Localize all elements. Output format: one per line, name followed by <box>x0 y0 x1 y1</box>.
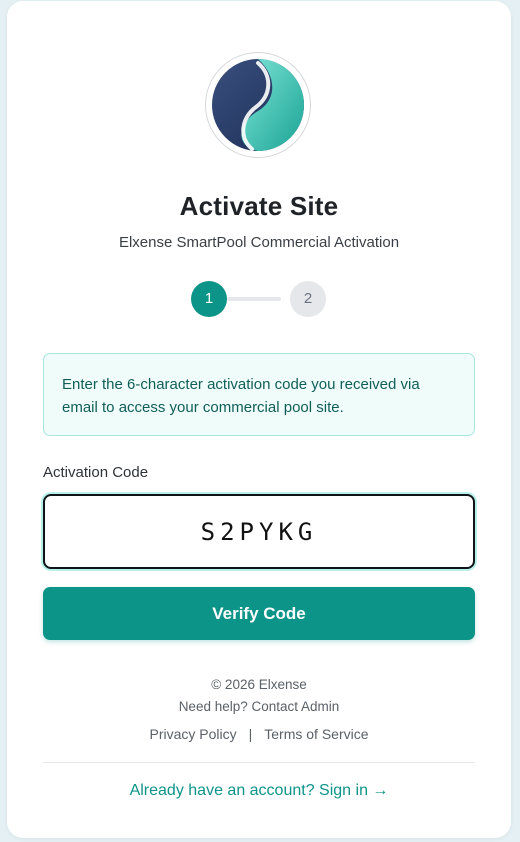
elxense-logo-icon <box>205 52 311 158</box>
privacy-policy-link[interactable]: Privacy Policy <box>149 726 236 742</box>
help-contact-link[interactable]: Need help? Contact Admin <box>7 699 511 714</box>
copyright-text: © 2026 Elxense <box>211 677 307 692</box>
footer-separator: | <box>248 726 253 742</box>
page-subtitle: Elxense SmartPool Commercial Activation <box>118 234 400 251</box>
activation-code-label: Activation Code <box>43 464 149 481</box>
activation-code-input[interactable] <box>43 494 475 569</box>
step-indicator-2: 2 <box>290 281 326 317</box>
terms-of-service-link[interactable]: Terms of Service <box>264 726 368 742</box>
sign-in-link[interactable]: Already have an account? Sign in → <box>7 782 511 800</box>
page-title: Activate Site <box>179 191 339 221</box>
verify-code-button[interactable]: Verify Code <box>43 587 475 640</box>
step-indicator-1: 1 <box>191 281 227 317</box>
footer-links: Privacy Policy | Terms of Service <box>7 726 511 742</box>
activation-card: Activate Site Elxense SmartPool Commerci… <box>7 1 511 838</box>
step-connector <box>227 297 281 301</box>
divider <box>43 762 475 763</box>
info-message: Enter the 6-character activation code yo… <box>43 353 475 436</box>
